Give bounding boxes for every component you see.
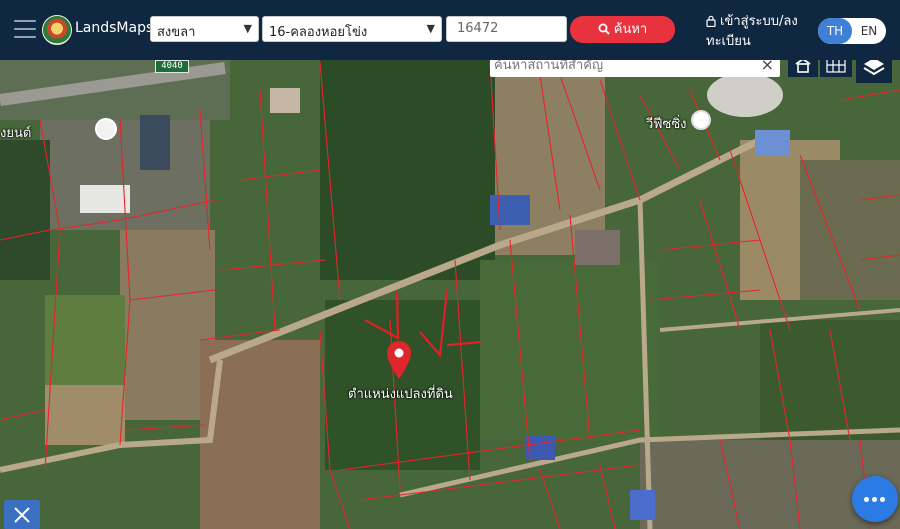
layers-button[interactable] (856, 60, 892, 83)
login-link[interactable]: เข้าสู่ระบบ/ลงทะเบียน (706, 12, 806, 52)
brand-name[interactable]: LandsMaps (75, 20, 153, 36)
chevron-down-icon: ▼ (243, 22, 252, 35)
fuel-station-icon[interactable] (95, 118, 117, 140)
satellite-map[interactable]: 4040 × งยนต์ วีฟีซซิ่ง ตำแหน่งแปลงที่ดิน (0, 60, 900, 529)
building-layer-button[interactable] (788, 60, 818, 77)
road-number-sign: 4040 (155, 60, 189, 73)
language-toggle[interactable]: TH EN (818, 18, 886, 44)
hamburger-menu-icon[interactable] (14, 20, 36, 38)
dot-icon (872, 497, 877, 502)
dot-icon (880, 497, 885, 502)
close-icon[interactable]: × (761, 60, 774, 75)
clock-icon[interactable] (691, 110, 711, 130)
login-label: เข้าสู่ระบบ/ลงทะเบียน (706, 14, 798, 49)
poi-label-shop: วีฟีซซิ่ง (646, 117, 687, 132)
poi-label-left: งยนต์ (0, 126, 32, 141)
landsmaps-logo[interactable] (42, 15, 72, 45)
more-options-button[interactable] (852, 476, 898, 522)
district-select-value: 16-คลองหอยโข่ง (269, 25, 368, 40)
province-select[interactable]: สงขลา ▼ (150, 16, 259, 42)
layers-icon (863, 60, 885, 76)
grid-icon (826, 60, 846, 73)
district-select[interactable]: 16-คลองหอยโข่ง ▼ (262, 16, 442, 42)
tools-button[interactable] (4, 500, 40, 529)
search-button-label: ค้นหา (613, 22, 648, 37)
grid-button[interactable] (820, 60, 852, 77)
lock-icon (706, 15, 716, 28)
dot-icon (864, 497, 869, 502)
top-navbar: LandsMaps สงขลา ▼ 16-คลองหอยโข่ง ▼ 16472… (0, 0, 900, 60)
lang-en-button[interactable]: EN (852, 18, 886, 44)
search-button[interactable]: ค้นหา (570, 16, 675, 43)
lang-th-button[interactable]: TH (818, 18, 852, 44)
map-pin-icon[interactable] (386, 340, 412, 380)
search-icon (598, 23, 610, 35)
pin-label: ตำแหน่งแปลงที่ดิน (348, 387, 453, 402)
chevron-down-icon: ▼ (426, 22, 435, 35)
place-search-box[interactable]: × (490, 60, 780, 77)
tools-icon (14, 507, 30, 523)
place-search-input[interactable] (492, 60, 746, 75)
map-imagery (0, 60, 900, 529)
province-select-value: สงขลา (157, 25, 196, 40)
building-icon (795, 60, 811, 73)
parcel-number-input[interactable]: 16472 (446, 16, 567, 42)
